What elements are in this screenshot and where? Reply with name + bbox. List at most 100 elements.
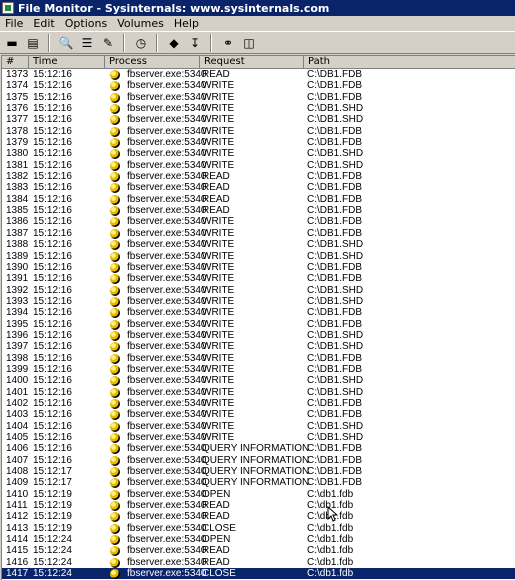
row-request: WRITE: [202, 318, 235, 330]
properties-icon[interactable]: ☰: [78, 34, 96, 52]
table-row[interactable]: 1410 15:12:19 fbserver.exe:5340 OPEN C:\db1.…: [2, 489, 515, 500]
row-number: 1413: [6, 522, 29, 534]
row-time: 15:12:19: [33, 500, 72, 512]
highlight-icon[interactable]: ◆: [165, 34, 183, 52]
table-row[interactable]: 1416 15:12:24 fbserver.exe:5340 READ C:\db1.…: [2, 557, 515, 568]
table-row[interactable]: 1384 15:12:16 fbserver.exe:5340 READ C:\DB1.…: [2, 194, 515, 205]
table-row[interactable]: 1397 15:12:16 fbserver.exe:5340 WRITE C:\DB1…: [2, 341, 515, 353]
table-row[interactable]: 1377 15:12:16 fbserver.exe:5340 WRITE C:\DB1…: [2, 114, 515, 126]
row-number: 1392: [6, 284, 29, 296]
table-row[interactable]: 1395 15:12:16 fbserver.exe:5340 WRITE C:\DB1…: [2, 319, 515, 330]
table-row[interactable]: 1390 15:12:16 fbserver.exe:5340 WRITE C:\DB1…: [2, 262, 515, 273]
jump-icon[interactable]: ◫: [240, 34, 258, 52]
menu-file[interactable]: File: [0, 17, 28, 30]
open-icon[interactable]: ▤: [24, 34, 42, 52]
table-row[interactable]: 1391 15:12:16 fbserver.exe:5340 WRITE C:\DB1…: [2, 273, 515, 285]
table-row[interactable]: 1407 15:12:16 fbserver.exe:5340 QUERY INFOR…: [2, 455, 515, 466]
table-row[interactable]: 1411 15:12:19 fbserver.exe:5340 READ C:\db1.…: [2, 500, 515, 512]
row-time: 15:12:16: [33, 284, 72, 296]
row-time: 15:12:24: [33, 568, 72, 580]
table-row[interactable]: 1409 15:12:17 fbserver.exe:5340 QUERY INFOR…: [2, 477, 515, 489]
table-row[interactable]: 1376 15:12:16 fbserver.exe:5340 WRITE C:\DB1…: [2, 103, 515, 115]
table-row[interactable]: 1382 15:12:16 fbserver.exe:5340 READ C:\DB1.…: [2, 171, 515, 183]
row-request: WRITE: [202, 114, 235, 126]
save-icon[interactable]: ▬: [3, 34, 21, 52]
firebird-icon: [110, 501, 120, 512]
column-header-process[interactable]: Process: [105, 56, 200, 68]
table-row[interactable]: 1389 15:12:16 fbserver.exe:5340 WRITE C:\DB1…: [2, 251, 515, 262]
table-row[interactable]: 1399 15:12:16 fbserver.exe:5340 WRITE C:\DB1…: [2, 364, 515, 375]
table-row[interactable]: 1398 15:12:16 fbserver.exe:5340 WRITE C:\DB1…: [2, 353, 515, 364]
row-request: QUERY INFORMATION: [202, 454, 310, 466]
column-header-time[interactable]: Time: [29, 56, 105, 68]
table-row[interactable]: 1408 15:12:17 fbserver.exe:5340 QUERY INFOR…: [2, 466, 515, 478]
find-icon[interactable]: ⚭: [219, 34, 237, 52]
table-row[interactable]: 1417 15:12:24 fbserver.exe:5340 CLOSE C:\db1…: [2, 568, 515, 580]
table-row[interactable]: 1383 15:12:16 fbserver.exe:5340 READ C:\DB1.…: [2, 182, 515, 194]
table-row[interactable]: 1403 15:12:16 fbserver.exe:5340 WRITE C:\DB1…: [2, 409, 515, 421]
row-path: C:\DB1.FDB: [307, 227, 363, 239]
row-process: fbserver.exe:5340: [127, 216, 207, 228]
row-number: 1397: [6, 341, 29, 353]
table-row[interactable]: 1401 15:12:16 fbserver.exe:5340 WRITE C:\DB1…: [2, 387, 515, 398]
table-row[interactable]: 1400 15:12:16 fbserver.exe:5340 WRITE C:\DB1…: [2, 375, 515, 387]
table-row[interactable]: 1374 15:12:16 fbserver.exe:5340 WRITE C:\DB1…: [2, 80, 515, 92]
firebird-icon: [110, 455, 120, 466]
pin-icon[interactable]: ↧: [186, 34, 204, 52]
table-row[interactable]: 1415 15:12:24 fbserver.exe:5340 READ C:\db1.…: [2, 545, 515, 557]
table-row[interactable]: 1396 15:12:16 fbserver.exe:5340 WRITE C:\DB1…: [2, 330, 515, 341]
row-path: C:\DB1.SHD: [307, 159, 364, 171]
table-row[interactable]: 1386 15:12:16 fbserver.exe:5340 WRITE C:\DB1…: [2, 216, 515, 228]
table-row[interactable]: 1387 15:12:16 fbserver.exe:5340 WRITE C:\DB1…: [2, 228, 515, 239]
process-icon: [110, 342, 120, 353]
event-list[interactable]: # Time Process Request Path 1373 15:12:16…: [1, 55, 515, 580]
menu-volumes[interactable]: Volumes: [112, 17, 169, 30]
table-row[interactable]: 1380 15:12:16 fbserver.exe:5340 WRITE C:\DB1…: [2, 148, 515, 160]
menu-help[interactable]: Help: [169, 17, 204, 30]
process-icon: [110, 444, 120, 455]
table-row[interactable]: 1406 15:12:16 fbserver.exe:5340 QUERY INFOR…: [2, 443, 515, 455]
row-request: READ: [202, 193, 230, 205]
table-row[interactable]: 1393 15:12:16 fbserver.exe:5340 WRITE C:\DB1…: [2, 296, 515, 307]
row-path: C:\db1.fdb: [307, 488, 354, 500]
row-time: 15:12:16: [33, 409, 72, 421]
table-row[interactable]: 1385 15:12:16 fbserver.exe:5340 READ C:\DB1.…: [2, 205, 515, 217]
process-icon: [110, 455, 120, 466]
row-number: 1406: [6, 443, 29, 455]
row-process: fbserver.exe:5340: [127, 114, 207, 126]
table-row[interactable]: 1414 15:12:24 fbserver.exe:5340 OPEN C:\db1.…: [2, 534, 515, 546]
table-row[interactable]: 1388 15:12:16 fbserver.exe:5340 WRITE C:\DB1…: [2, 239, 515, 251]
row-time: 15:12:16: [33, 432, 72, 443]
clock-icon[interactable]: ◷: [132, 34, 150, 52]
row-time: 15:12:16: [33, 205, 72, 217]
row-process: fbserver.exe:5340: [127, 103, 207, 115]
table-row[interactable]: 141215:12:19fbserver.exe:5340READC:\db1.…: [2, 511, 515, 523]
row-request: WRITE: [202, 386, 235, 398]
row-path: C:\DB1.SHD: [307, 295, 364, 307]
table-row[interactable]: 1404 15:12:16 fbserver.exe:5340 WRITE C:\DB1…: [2, 421, 515, 432]
table-row[interactable]: 1413 15:12:19 fbserver.exe:5340 CLOSE C:\db1…: [2, 523, 515, 534]
menu-edit[interactable]: Edit: [28, 17, 59, 30]
row-process: fbserver.exe:5340: [127, 80, 207, 92]
table-row[interactable]: 1402 15:12:16 fbserver.exe:5340 WRITE C:\DB1…: [2, 398, 515, 409]
table-row[interactable]: 1379 15:12:16 fbserver.exe:5340 WRITE C:\DB1…: [2, 137, 515, 149]
row-number: 1399: [6, 363, 29, 375]
row-request: WRITE: [202, 216, 235, 228]
table-row[interactable]: 1381 15:12:16 fbserver.exe:5340 WRITE C:\DB1…: [2, 160, 515, 171]
table-row[interactable]: 1373 15:12:16 fbserver.exe:5340 READ C:\DB1.…: [2, 69, 515, 80]
table-row[interactable]: 1378 15:12:16 fbserver.exe:5340 WRITE C:\DB1…: [2, 126, 515, 137]
row-number: 1404: [6, 420, 29, 432]
row-time: 15:12:16: [33, 103, 72, 115]
table-row[interactable]: 1392 15:12:16 fbserver.exe:5340 WRITE C:\DB1…: [2, 285, 515, 296]
table-row[interactable]: 1405 15:12:16 fbserver.exe:5340 WRITE C:\DB1…: [2, 432, 515, 443]
filter-icon[interactable]: ✎: [99, 34, 117, 52]
table-row[interactable]: 1394 15:12:16 fbserver.exe:5340 WRITE C:\DB1…: [2, 307, 515, 319]
row-number: 1373: [6, 69, 29, 80]
menu-options[interactable]: Options: [60, 17, 112, 30]
magnify-icon[interactable]: 🔍: [57, 34, 75, 52]
column-header-request[interactable]: Request: [200, 56, 304, 68]
table-row[interactable]: 1375 15:12:16 fbserver.exe:5340 WRITE C:\DB1…: [2, 92, 515, 103]
column-header-number[interactable]: #: [2, 56, 29, 68]
row-request: WRITE: [202, 148, 235, 160]
column-header-path[interactable]: Path: [304, 56, 515, 68]
